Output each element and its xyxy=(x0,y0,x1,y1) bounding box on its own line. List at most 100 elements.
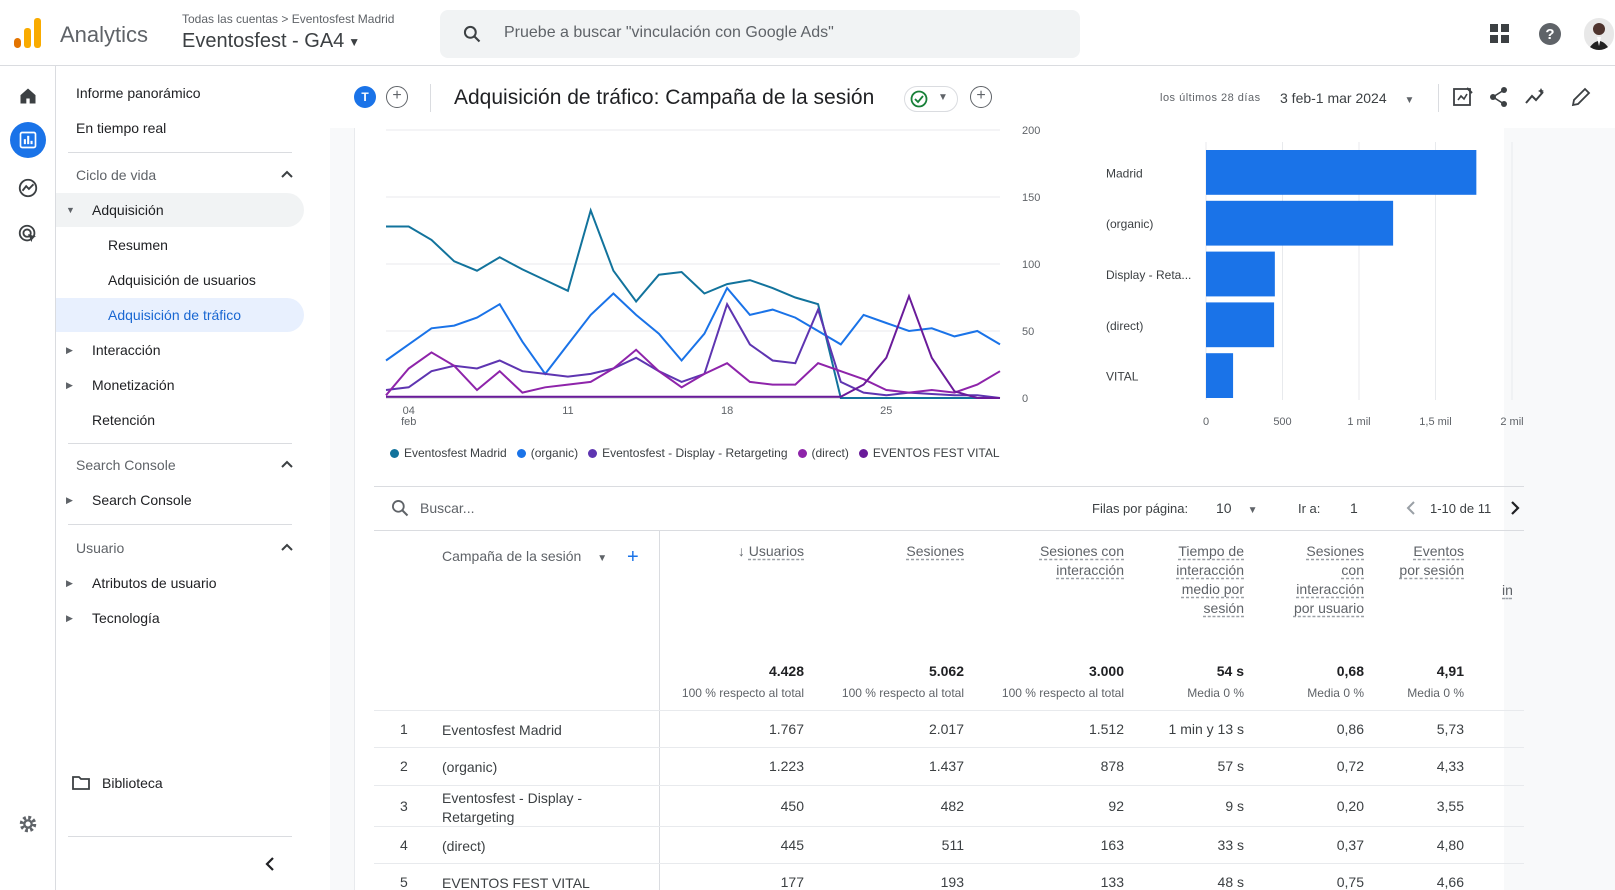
customize-report-icon[interactable] xyxy=(1452,86,1474,108)
property-selector[interactable]: Eventosfest - GA4 ▼ xyxy=(182,30,360,53)
legend-item[interactable]: EVENTOS FEST VITAL xyxy=(858,446,1000,460)
col-header-avg-engagement-label: Tiempo de interacción medio por sesión xyxy=(1176,543,1244,616)
comparison-badge[interactable]: T xyxy=(354,86,376,108)
legend-item[interactable]: Eventosfest Madrid xyxy=(390,446,507,460)
section-lifecycle-label: Ciclo de vida xyxy=(76,167,157,183)
row-metric-value: 482 xyxy=(940,797,964,814)
sidebar-item-acquisition[interactable]: ▼ Adquisición xyxy=(56,193,304,227)
sidebar-item-overview[interactable]: Informe panorámico xyxy=(56,76,304,110)
section-lifecycle[interactable]: Ciclo de vida xyxy=(66,158,294,192)
row-metric-value: 1.767 xyxy=(768,720,804,737)
folder-icon xyxy=(72,776,90,790)
legend-label: EVENTOS FEST VITAL xyxy=(872,446,1000,460)
sidebar-item-user-attributes[interactable]: ▶ Atributos de usuario xyxy=(56,566,304,600)
settings-gear-icon[interactable] xyxy=(10,806,46,842)
sidebar-item-engagement[interactable]: ▶ Interacción xyxy=(56,333,304,367)
svg-text:?: ? xyxy=(1545,26,1554,43)
sidebar-item-monetization[interactable]: ▶ Monetización xyxy=(56,368,304,402)
home-icon[interactable] xyxy=(10,78,46,114)
total-value: 5.062 xyxy=(928,663,964,679)
edit-pencil-icon[interactable] xyxy=(1570,86,1592,108)
explore-icon[interactable] xyxy=(10,170,46,206)
dimension-header[interactable]: Campaña de la sesión ▼ + xyxy=(442,546,639,569)
report-status-button[interactable]: ▼ xyxy=(904,86,958,112)
sidebar-nav: Informe panorámico En tiempo real Ciclo … xyxy=(56,66,308,890)
col-header-sessions[interactable]: Sesiones xyxy=(860,542,964,561)
legend-item[interactable]: Eventosfest - Display - Retargeting xyxy=(588,446,788,460)
search-placeholder: Pruebe a buscar "vinculación con Google … xyxy=(504,24,834,41)
row-index: 3 xyxy=(400,797,408,814)
col-header-users[interactable]: ↓ Usuarios xyxy=(700,542,804,561)
rows-per-page-select[interactable]: 10 ▼ xyxy=(1216,500,1257,516)
date-range-label: los últimos 28 días xyxy=(1160,92,1261,104)
table-search-input[interactable]: Buscar... xyxy=(420,500,474,516)
col-header-avg-engagement-time[interactable]: Tiempo de interacción medio por sesión xyxy=(1160,542,1244,618)
row-metric-value: 5,73 xyxy=(1436,720,1464,737)
legend-item[interactable]: (direct) xyxy=(797,446,849,460)
add-comparison-button[interactable]: + xyxy=(386,86,408,108)
caret-right-icon: ▶ xyxy=(66,344,73,355)
prev-page-chevron-icon[interactable] xyxy=(1404,500,1418,516)
add-filter-button[interactable]: + xyxy=(970,86,992,108)
analytics-logo-icon[interactable] xyxy=(14,18,42,48)
top-bar: Analytics Todas las cuentas > Eventosfes… xyxy=(0,0,1615,66)
advertising-icon[interactable] xyxy=(10,216,46,252)
sidebar-item-label: Search Console xyxy=(92,492,192,508)
row-campaign-name: EVENTOS FEST VITAL xyxy=(442,874,590,890)
section-user[interactable]: Usuario xyxy=(66,531,294,565)
help-icon[interactable]: ? xyxy=(1538,22,1562,46)
col-header-engaged-sessions[interactable]: Sesiones con interacción xyxy=(1018,542,1124,580)
sidebar-item-user-acquisition[interactable]: Adquisición de usuarios xyxy=(56,263,304,297)
caret-right-icon: ▶ xyxy=(66,379,73,390)
col-header-engaged-per-user[interactable]: Sesiones con interacción por usuario xyxy=(1280,542,1364,618)
caret-down-icon: ▼ xyxy=(66,205,75,215)
sidebar-item-search-console[interactable]: ▶ Search Console xyxy=(56,483,304,517)
reports-icon[interactable] xyxy=(10,122,46,158)
report-title: Adquisición de tráfico: Campaña de la se… xyxy=(454,86,875,109)
icon-rail xyxy=(0,66,56,890)
legend-dot-icon xyxy=(797,448,807,458)
caret-down-icon: ▼ xyxy=(348,34,361,49)
sidebar-item-label: Tecnología xyxy=(92,610,160,626)
row-metric-value: 177 xyxy=(780,873,804,890)
date-range-selector[interactable]: 3 feb-1 mar 2024 ▼ xyxy=(1280,90,1414,106)
search-input[interactable]: Pruebe a buscar "vinculación con Google … xyxy=(440,10,1080,58)
caret-down-icon: ▼ xyxy=(1247,505,1258,516)
avatar[interactable] xyxy=(1584,18,1614,50)
row-campaign-name: Eventosfest Madrid xyxy=(442,721,562,738)
row-index: 2 xyxy=(400,758,408,774)
sidebar-item-realtime[interactable]: En tiempo real xyxy=(56,111,304,145)
chevron-up-icon xyxy=(281,460,293,468)
sidebar-item-technology[interactable]: ▶ Tecnología xyxy=(56,601,304,635)
row-campaign-name: (organic) xyxy=(442,759,498,775)
collapse-chevron-left-icon[interactable] xyxy=(262,856,278,872)
chevron-up-icon xyxy=(281,543,293,551)
row-campaign-name: (direct) xyxy=(442,837,486,854)
legend-label: (organic) xyxy=(530,446,579,460)
divider xyxy=(68,443,292,444)
row-metric-value: 4,80 xyxy=(1436,836,1464,853)
section-search-console-label: Search Console xyxy=(76,457,176,473)
sidebar-item-library[interactable]: Biblioteca xyxy=(56,766,304,800)
sidebar-item-traffic-acquisition[interactable]: Adquisición de tráfico xyxy=(56,298,304,332)
sidebar-item-label: Adquisición xyxy=(92,202,164,218)
row-metric-value: 3,55 xyxy=(1436,797,1464,814)
total-value: 4,91 xyxy=(1436,663,1464,679)
next-page-chevron-icon[interactable] xyxy=(1508,500,1522,516)
col-header-events-per-session[interactable]: Eventos por sesión xyxy=(1396,542,1464,580)
col-header-truncated[interactable]: in xyxy=(1502,581,1522,600)
goto-page-input[interactable]: 1 xyxy=(1350,500,1358,516)
sidebar-item-acq-overview[interactable]: Resumen xyxy=(56,228,304,262)
legend-label: Eventosfest Madrid xyxy=(404,446,507,460)
sidebar-item-retention[interactable]: Retención xyxy=(56,403,304,437)
legend-label: Eventosfest - Display - Retargeting xyxy=(602,446,788,460)
legend-item[interactable]: (organic) xyxy=(516,446,579,460)
apps-grid-icon[interactable] xyxy=(1490,24,1510,44)
section-search-console[interactable]: Search Console xyxy=(66,448,294,482)
add-dimension-icon[interactable]: + xyxy=(627,546,639,568)
divider xyxy=(68,836,292,837)
insights-icon[interactable] xyxy=(1524,86,1546,108)
account-breadcrumb[interactable]: Todas las cuentas > Eventosfest Madrid xyxy=(182,12,394,26)
share-icon[interactable] xyxy=(1488,86,1510,108)
search-icon xyxy=(392,500,409,517)
